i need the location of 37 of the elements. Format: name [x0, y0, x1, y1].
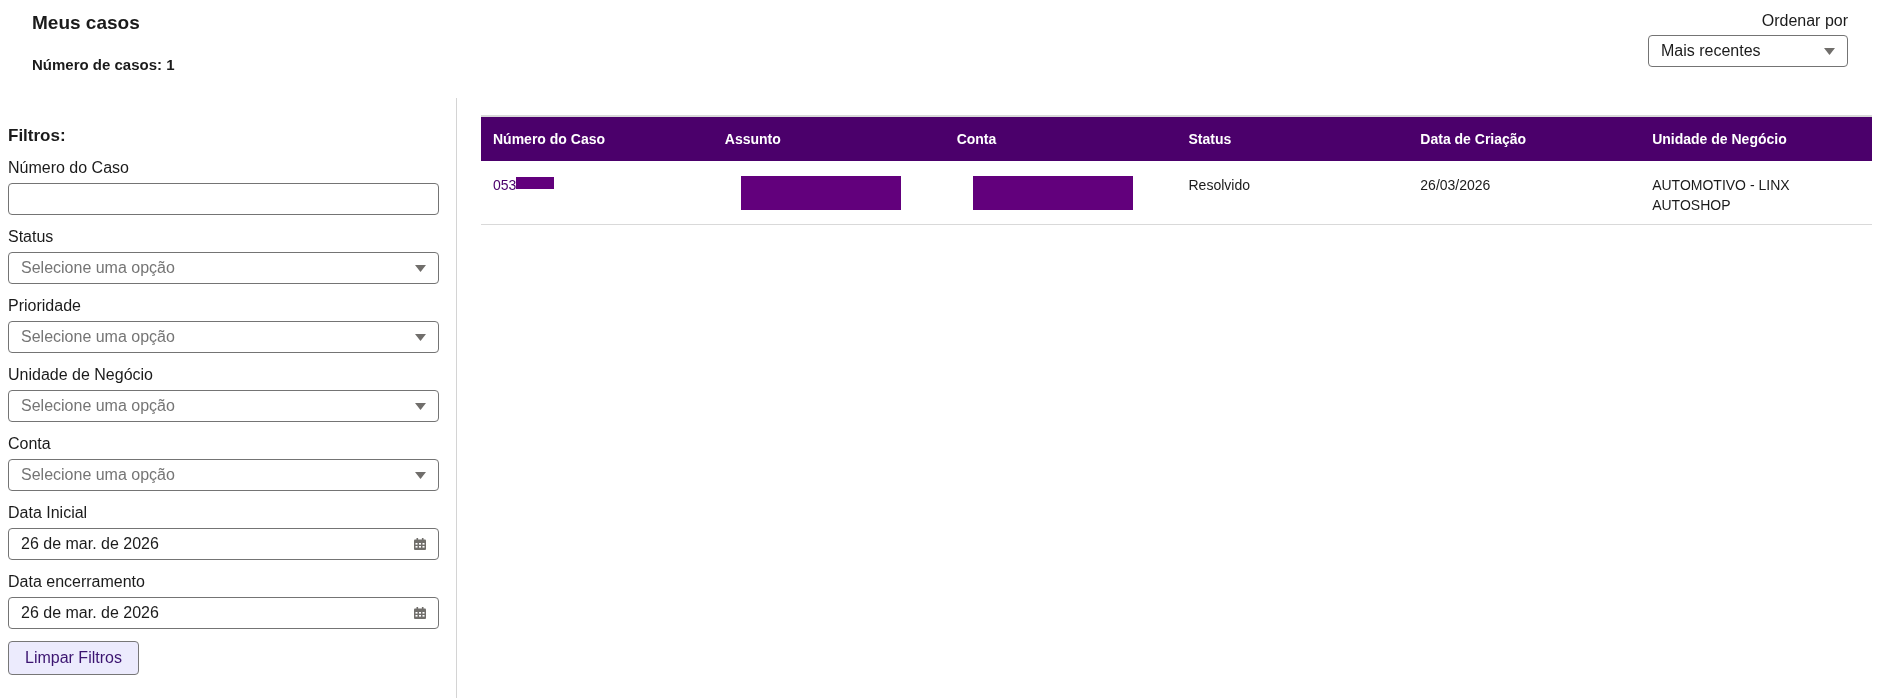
calendar-icon: [414, 607, 426, 619]
clear-filters-button[interactable]: Limpar Filtros: [8, 641, 139, 675]
page-title: Meus casos: [32, 12, 141, 34]
case-count: Número de casos: 1: [32, 56, 175, 73]
field-label: Data Inicial: [8, 504, 89, 522]
select-field[interactable]: Selecione uma opção: [8, 459, 439, 491]
select-field[interactable]: Selecione uma opção: [8, 390, 439, 422]
column-header: Conta: [955, 131, 998, 147]
field-label: Número do Caso: [8, 159, 130, 177]
column-header: Assunto: [723, 131, 782, 147]
sort-select[interactable]: Mais recentes: [1648, 35, 1848, 67]
table-cell-text: Resolvido: [1188, 176, 1250, 195]
field-label: Status: [8, 228, 55, 246]
select-field[interactable]: Selecione uma opção: [8, 252, 439, 284]
field-label: Conta: [8, 435, 52, 453]
field-label: Data encerramento: [8, 573, 146, 591]
caret-icon: [415, 402, 426, 410]
column-header: Unidade de Negócio: [1651, 131, 1788, 147]
select-field[interactable]: Selecione uma opção: [8, 321, 439, 353]
date-field[interactable]: 26 de mar. de 2026: [8, 528, 439, 560]
calendar-icon: [414, 538, 426, 550]
table-cell-text: AUTOMOTIVO - LINX AUTOSHOP: [1652, 176, 1791, 215]
caret-icon: [1824, 47, 1835, 55]
column-header: Status: [1187, 131, 1233, 147]
caret-icon: [415, 264, 426, 272]
sort-label: Ordenar por: [1761, 12, 1848, 30]
field-label: Unidade de Negócio: [8, 366, 154, 384]
date-field[interactable]: 26 de mar. de 2026: [8, 597, 439, 629]
table-cell-text: 26/03/2026: [1420, 176, 1491, 195]
caret-icon: [415, 471, 426, 479]
input-field[interactable]: [8, 183, 439, 215]
field-label: Prioridade: [8, 297, 82, 315]
case-link[interactable]: 053: [493, 175, 517, 195]
filters-title: Filtros:: [8, 126, 67, 146]
column-header: Data de Criação: [1419, 131, 1528, 147]
column-header: Número do Caso: [492, 131, 606, 147]
caret-icon: [415, 333, 426, 341]
